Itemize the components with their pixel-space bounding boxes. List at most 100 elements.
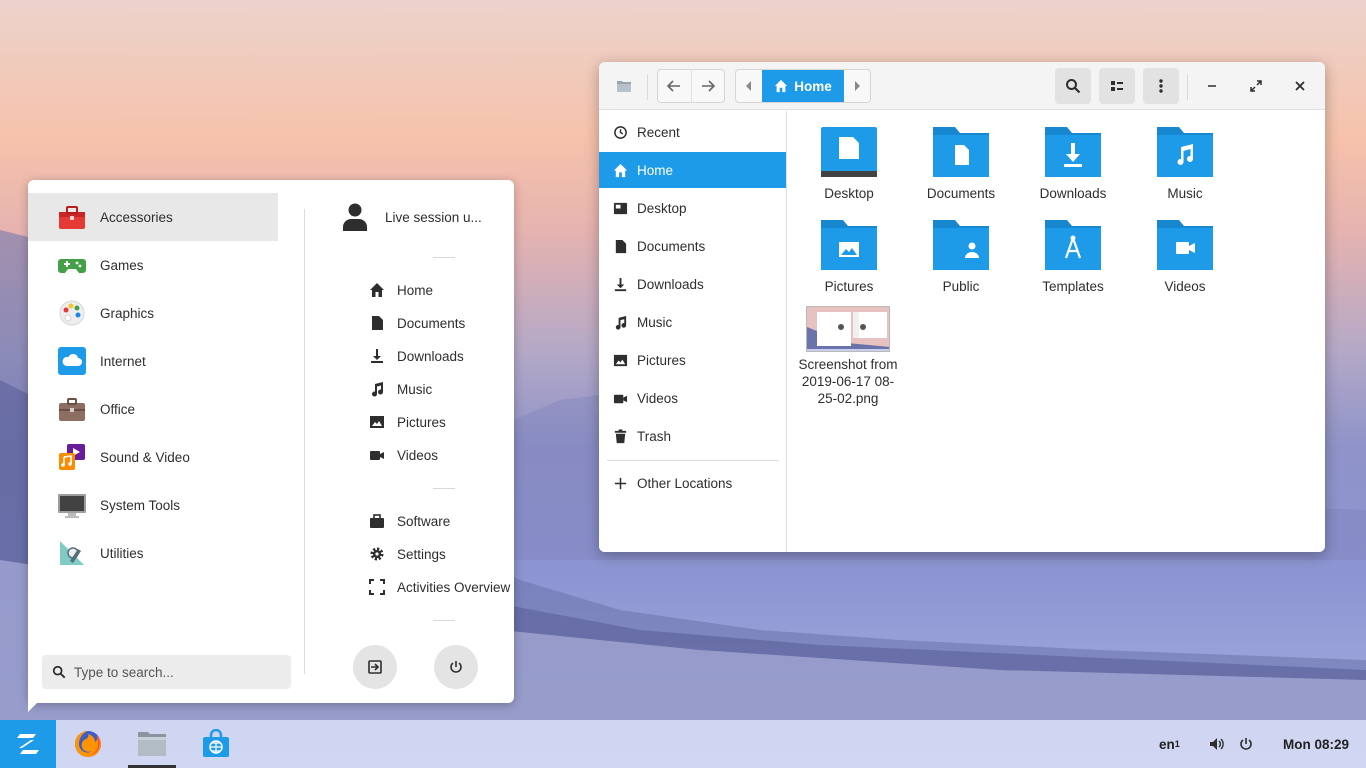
category-graphics[interactable]: Graphics: [28, 289, 278, 337]
category-label: Games: [100, 257, 144, 273]
list-view-icon: [1111, 81, 1123, 91]
file-item-downloads[interactable]: Downloads: [1023, 127, 1123, 202]
file-item-templates[interactable]: Templates: [1023, 220, 1123, 295]
document-icon: [615, 239, 627, 253]
files-app-button[interactable]: [609, 68, 639, 104]
system-software[interactable]: Software: [369, 506, 450, 536]
gamepad-icon: [58, 259, 86, 273]
downloads-folder-icon: [1045, 127, 1101, 177]
keyboard-layout-indicator[interactable]: en 1: [1159, 720, 1180, 768]
maximize-icon: [1250, 80, 1262, 92]
close-button[interactable]: [1285, 68, 1315, 104]
category-label: Sound & Video: [100, 449, 190, 465]
sidebar-item-recent[interactable]: Recent: [599, 114, 786, 150]
sidebar-item-label: Recent: [637, 124, 680, 140]
user-account[interactable]: Live session u...: [341, 202, 482, 232]
sidebar-item-pictures[interactable]: Pictures: [599, 342, 786, 378]
trash-icon: [614, 428, 627, 443]
power-indicator[interactable]: [1238, 720, 1254, 768]
sidebar-item-trash[interactable]: Trash: [599, 418, 786, 454]
category-label: System Tools: [100, 497, 181, 513]
place-music[interactable]: Music: [369, 374, 432, 404]
sidebar-item-label: Downloads: [637, 276, 704, 292]
documents-folder-icon: [933, 127, 989, 177]
file-item-public[interactable]: Public: [911, 220, 1011, 295]
category-office[interactable]: Office: [28, 385, 278, 433]
files-icon: [138, 732, 166, 756]
file-label: Music: [1167, 186, 1203, 201]
clock[interactable]: Mon 08:29: [1283, 720, 1349, 768]
user-name: Live session u...: [385, 209, 482, 225]
file-item-videos[interactable]: Videos: [1135, 220, 1235, 295]
sidebar-item-videos[interactable]: Videos: [599, 380, 786, 416]
sidebar-item-music[interactable]: Music: [599, 304, 786, 340]
navigation-buttons: [657, 69, 725, 103]
file-item-screenshot[interactable]: Screenshot from 2019-06-17 08-25-02.png: [797, 306, 899, 407]
file-item-music[interactable]: Music: [1135, 127, 1235, 202]
path-scroll-right[interactable]: [844, 70, 870, 102]
image-thumbnail-icon: [806, 306, 890, 352]
sidebar-item-other-locations[interactable]: Other Locations: [599, 465, 786, 501]
videos-folder-icon: [1157, 220, 1213, 270]
file-item-desktop[interactable]: Desktop: [799, 127, 899, 202]
start-menu-button[interactable]: [0, 720, 56, 768]
music-icon: [372, 382, 384, 397]
place-documents[interactable]: Documents: [369, 308, 465, 338]
file-label: Videos: [1164, 279, 1206, 294]
category-utilities[interactable]: Utilities: [28, 529, 278, 577]
path-home-button[interactable]: Home: [762, 70, 844, 102]
place-label: Downloads: [397, 348, 464, 364]
software-icon: [203, 729, 229, 757]
file-label: Downloads: [1039, 186, 1107, 201]
power-button[interactable]: [434, 645, 478, 689]
menu-search-box[interactable]: [42, 655, 291, 689]
place-pictures[interactable]: Pictures: [369, 407, 446, 437]
taskbar-files[interactable]: [128, 720, 176, 768]
category-sound-video[interactable]: Sound & Video: [28, 433, 278, 481]
separator: [607, 460, 779, 461]
place-home[interactable]: Home: [369, 275, 433, 305]
system-settings[interactable]: Settings: [369, 539, 446, 569]
path-scroll-left[interactable]: [736, 70, 762, 102]
menu-search-input[interactable]: [74, 664, 274, 680]
maximize-button[interactable]: [1241, 68, 1271, 104]
logout-button[interactable]: [353, 645, 397, 689]
sidebar-item-downloads[interactable]: Downloads: [599, 266, 786, 302]
palette-icon: [59, 300, 85, 326]
place-videos[interactable]: Videos: [369, 440, 438, 470]
file-item-pictures[interactable]: Pictures: [799, 220, 899, 295]
volume-indicator[interactable]: [1209, 720, 1225, 768]
places-sidebar: Recent Home Desktop Documents Downloads …: [599, 111, 787, 552]
system-activities-overview[interactable]: Activities Overview: [369, 572, 510, 602]
taskbar-software[interactable]: [192, 720, 240, 768]
system-label: Settings: [397, 546, 446, 562]
file-label: Desktop: [824, 186, 874, 201]
sidebar-item-label: Home: [637, 162, 674, 178]
system-label: Activities Overview: [397, 579, 511, 595]
separator: [433, 257, 455, 258]
arrow-right-icon: [701, 80, 715, 92]
search-icon: [1066, 79, 1081, 94]
minimize-button[interactable]: [1197, 68, 1227, 104]
category-games[interactable]: Games: [28, 241, 278, 289]
taskbar-firefox[interactable]: [64, 720, 112, 768]
category-label: Office: [100, 401, 136, 417]
menu-button[interactable]: [1143, 68, 1179, 104]
category-accessories[interactable]: Accessories: [28, 193, 278, 241]
category-internet[interactable]: Internet: [28, 337, 278, 385]
file-item-documents[interactable]: Documents: [911, 127, 1011, 202]
back-button[interactable]: [658, 70, 692, 102]
sidebar-item-documents[interactable]: Documents: [599, 228, 786, 264]
sidebar-item-desktop[interactable]: Desktop: [599, 190, 786, 226]
place-downloads[interactable]: Downloads: [369, 341, 464, 371]
language-code: en: [1159, 736, 1175, 752]
volume-icon: [1210, 738, 1224, 750]
forward-button[interactable]: [692, 70, 725, 102]
sidebar-item-home[interactable]: Home: [599, 152, 786, 188]
minimize-icon: [1208, 85, 1216, 87]
menu-pointer: [28, 698, 42, 712]
view-options-button[interactable]: [1099, 68, 1135, 104]
place-label: Documents: [397, 315, 466, 331]
search-button[interactable]: [1055, 68, 1091, 104]
category-system-tools[interactable]: System Tools: [28, 481, 278, 529]
